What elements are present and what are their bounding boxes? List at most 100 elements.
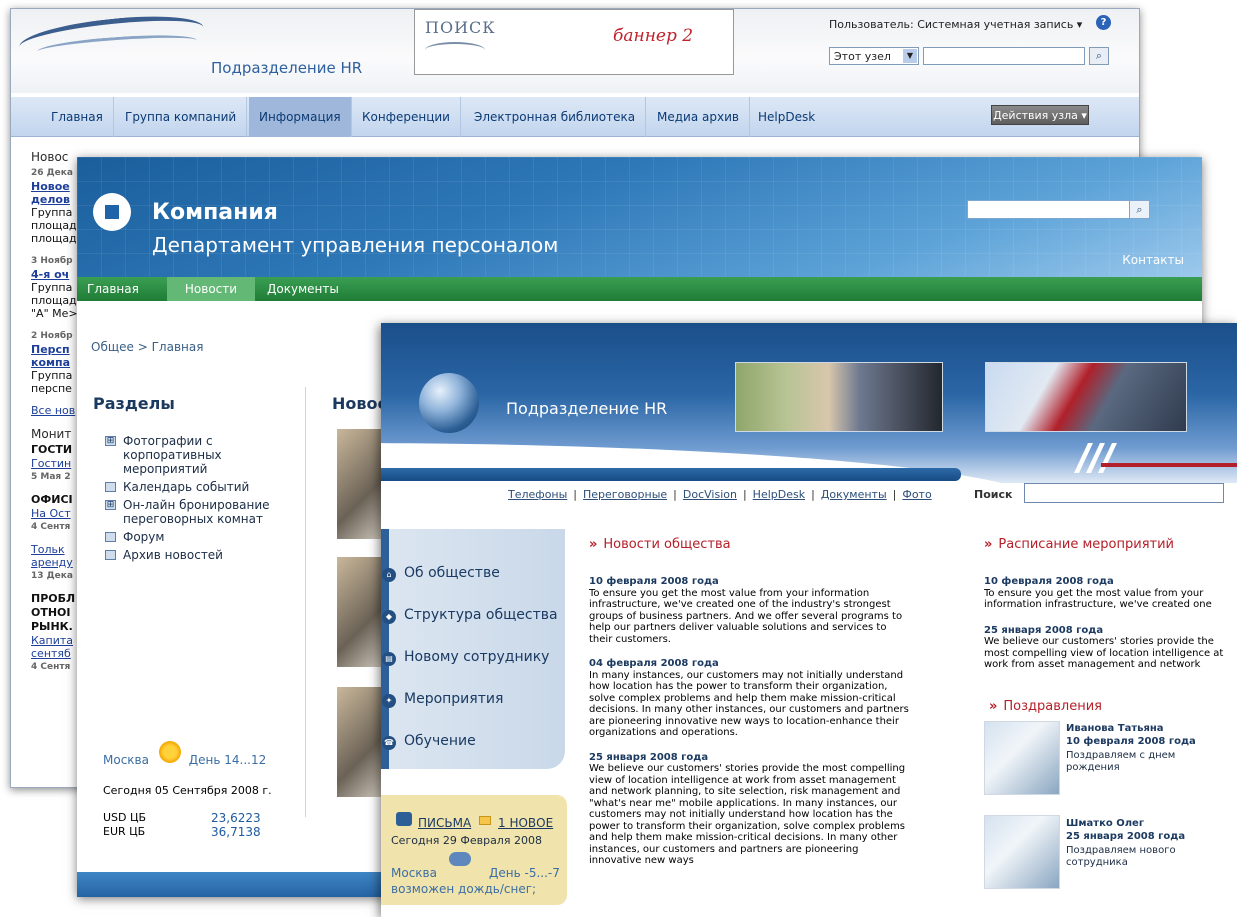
home-icon: ⌂ [382,568,396,582]
search-input[interactable] [923,47,1085,65]
news-thumbnail[interactable] [337,557,387,667]
currency-values: 23,6223 36,7138 [211,811,261,839]
schedule-item: 25 января 2008 года We believe our custom… [984,625,1224,671]
news-title: Новос [332,394,387,413]
banner-text: баннер 2 [613,26,694,46]
divider [305,387,306,817]
sections-tree: ⊞ Фотографии с корпоративных мероприятий … [105,434,295,566]
list-icon [105,482,116,492]
site-name[interactable]: Подразделение HR [506,399,667,418]
schedule-date: 25 января 2008 года [984,624,1104,636]
search-label: Поиск [974,488,1013,501]
event-icon: ✦ [382,694,396,708]
currency-names: USD ЦБ EUR ЦБ [103,811,147,838]
site-title[interactable]: Подразделение HR [211,59,362,77]
search-input[interactable] [1024,483,1224,503]
congrats-text: Поздравляем с днем рождения [1066,750,1176,773]
news-item: 04 февраля 2008 года In many instances, o… [589,658,909,739]
cloud-icon [449,852,471,866]
news-list: 10 февраля 2008 года To ensure you get th… [589,576,909,880]
news-text: To ensure you get the most value from yo… [589,587,903,645]
news-date: 10 февраля 2008 года [589,576,719,587]
section-item[interactable]: Форум [105,530,295,544]
link-documents[interactable]: Документы [821,488,887,501]
letters-link[interactable]: ПИСЬМА [418,816,471,830]
decor-red-line [1101,463,1237,467]
list-icon [105,550,116,560]
weather-day: День -5...-7 [489,866,560,880]
weather-city: Москва [103,753,149,767]
department-name: Департамент управления персоналом [152,233,559,257]
section-item[interactable]: ⊞ Он-лайн бронирование переговорных комна… [105,498,295,526]
section-item[interactable]: Календарь событий [105,480,295,494]
congrats-text: Поздравляем нового сотрудника [1066,845,1176,868]
nav-item-helpdesk[interactable]: HelpDesk [748,97,825,137]
news-date: 04 февраля 2008 года [589,658,719,669]
person-name[interactable]: Шматко Олег [1066,818,1144,830]
section-item[interactable]: ⊞ Фотографии с корпоративных мероприятий [105,434,295,476]
company-logo-icon[interactable] [93,193,131,231]
main-nav: Главная Новости Документы [77,277,1202,301]
header-photo-handshake [985,362,1187,432]
nav-item-news[interactable]: Новости [167,277,255,301]
site-actions-button[interactable]: Действия узла ▾ [991,105,1089,125]
expand-icon[interactable]: ⊞ [105,500,116,510]
nav-item-group[interactable]: Группа компаний [115,97,248,137]
weather-forecast: возможен дождь/снег; [391,882,537,896]
header-photo-business [735,362,943,432]
news-item: 25 января 2008 года We believe our custom… [589,752,909,867]
nav-item-home[interactable]: Главная [41,97,114,137]
banner[interactable]: ПОИСК баннер 2 [414,9,734,75]
nav-item-home[interactable]: Главная [77,277,149,301]
nav-item-conferences[interactable]: Конференции [352,97,461,137]
avatar[interactable] [984,721,1060,795]
mail-date: Сегодня 29 Февраля 2008 [391,834,542,847]
weather-day: День 14...12 [188,753,267,767]
link-helpdesk[interactable]: HelpDesk [753,488,805,501]
news-date: 25 января 2008 года [589,751,709,763]
new-mail-link[interactable]: 1 НОВОЕ [498,816,553,830]
search-icon[interactable]: ⌕ [1129,201,1149,218]
document-icon: ▤ [382,652,396,666]
link-meeting-rooms[interactable]: Переговорные [583,488,667,501]
congrats-section-title: » Поздравления [989,699,1102,714]
congrats-item: Иванова Татьяна 10 февраля 2008 года Поз… [984,721,1224,797]
news-thumbnail[interactable] [337,429,387,539]
contacts-link[interactable]: Контакты [1122,253,1184,267]
header: Компания Департамент управления персонал… [77,157,1202,277]
list-icon [105,532,116,542]
search-input[interactable]: ⌕ [967,200,1150,219]
nav-item-documents[interactable]: Документы [257,277,349,301]
diamond-icon: ◆ [382,610,396,624]
news-thumbnail[interactable] [337,687,387,797]
search-icon[interactable]: ⌕ [1089,47,1109,65]
expand-icon[interactable]: ⊞ [105,436,116,446]
link-docvision[interactable]: DocVision [683,488,737,501]
header: Подразделение HR ПОИСК баннер 2 Пользова… [11,9,1139,93]
search-scope-label: Этот узел [834,50,891,63]
avatar[interactable] [984,815,1060,889]
user-menu[interactable]: Пользователь: Системная учетная запись ▾ [829,18,1082,31]
top-nav: Главная Группа компаний Информация Конфе… [11,97,1139,137]
congrats-date: 25 января 2008 года [1066,831,1186,842]
nav-item-media[interactable]: Медиа архив [647,97,750,137]
sections-title: Разделы [93,394,175,413]
nav-item-library[interactable]: Электронная библиотека [464,97,647,137]
breadcrumb[interactable]: Общее > Главная [91,340,203,354]
help-icon[interactable]: ? [1096,15,1111,30]
globe-logo-icon[interactable] [419,373,479,433]
header: Подразделение HR [381,323,1237,503]
section-item[interactable]: Архив новостей [105,548,295,562]
phone-icon: ☎ [382,736,396,750]
top-links: Телефоны | Переговорные | DocVision | HelpDesk… [508,488,932,501]
search-scope-select[interactable]: Этот узел ▼ [829,47,919,65]
news-section-title: » Новости общества [589,537,731,552]
nav-item-info[interactable]: Информация [249,97,352,137]
hr-division-window: Подразделение HR Телефоны | Переговорные | D… [381,323,1237,917]
congrats-item: Шматко Олег 25 января 2008 года Поздравл… [984,815,1224,891]
link-phones[interactable]: Телефоны [508,488,567,501]
link-photo[interactable]: Фото [902,488,931,501]
banner-swoosh-icon [425,42,485,58]
news-item: 10 февраля 2008 года To ensure you get th… [589,576,909,645]
person-name[interactable]: Иванова Татьяна [1066,723,1164,735]
